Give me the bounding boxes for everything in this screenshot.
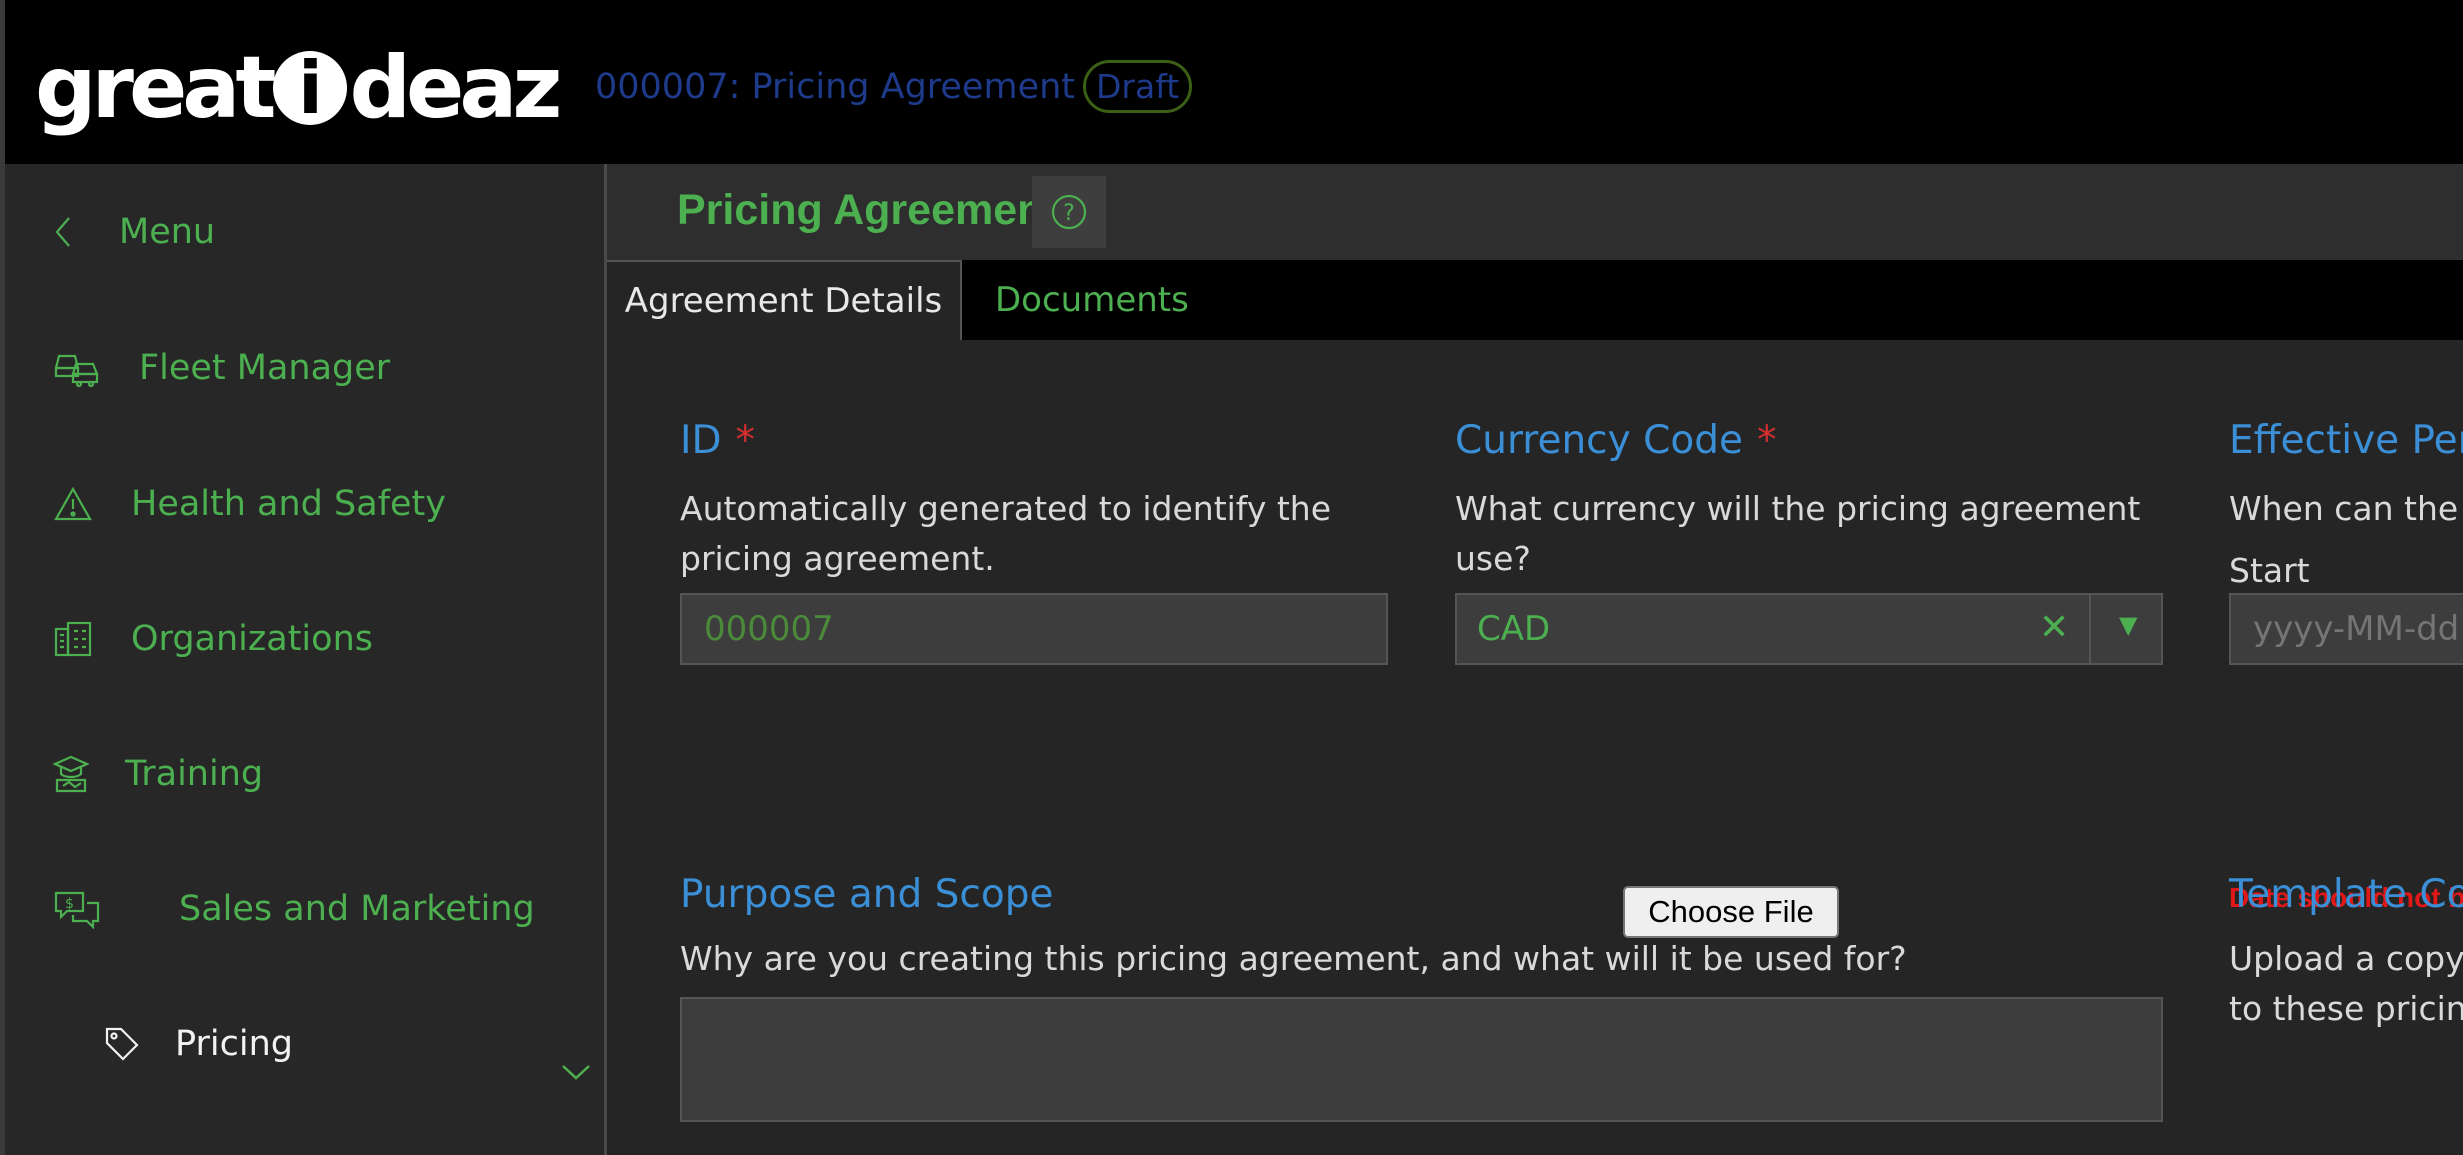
- sidebar-item-sales-and-marketing[interactable]: $ Sales and Marketing: [53, 889, 535, 929]
- sidebar-back-label: Menu: [119, 212, 216, 252]
- sidebar-item-label: Training: [125, 754, 264, 794]
- vehicles-icon: [54, 354, 99, 388]
- svg-text:?: ?: [1063, 201, 1075, 226]
- choose-file-button[interactable]: Choose File: [1623, 886, 1839, 938]
- chevron-down-icon[interactable]: [560, 1062, 592, 1086]
- effective-period-label: Effective Peri: [2229, 418, 2463, 463]
- purpose-scope-textarea[interactable]: [680, 997, 2163, 1122]
- sidebar-item-training[interactable]: Training: [53, 754, 263, 794]
- purpose-scope-help: Why are you creating this pricing agreem…: [680, 939, 1907, 978]
- sidebar-item-health-and-safety[interactable]: Health and Safety: [53, 484, 446, 524]
- currency-label-text: Currency Code: [1455, 418, 1743, 463]
- app-header: great i deaz 000007: Pricing Agreement Dra…: [5, 0, 2463, 164]
- start-date-input[interactable]: [2229, 593, 2463, 665]
- tab-bar: Agreement Details Documents: [607, 260, 2463, 340]
- logo-text-left: great: [35, 38, 276, 138]
- sidebar-item-pricing[interactable]: Pricing: [103, 1024, 293, 1064]
- sidebar-nav: Menu Fleet Manager Health and Safety Org…: [5, 164, 607, 1155]
- id-label-text: ID: [680, 418, 722, 463]
- record-title: 000007: Pricing Agreement Draft: [595, 60, 1193, 113]
- template-help-line1: Upload a copy: [2229, 939, 2463, 978]
- id-help-text: Automatically generated to identify the …: [680, 489, 1332, 578]
- currency-field-label: Currency Code *: [1455, 418, 1776, 463]
- record-title-text: 000007: Pricing Agreement: [595, 66, 1076, 107]
- currency-select[interactable]: CAD ✕ ▼: [1455, 593, 2163, 665]
- tab-documents[interactable]: Documents: [995, 260, 1189, 340]
- warning-icon: [54, 486, 92, 521]
- page-titlebar: Pricing Agreement ?: [607, 164, 2463, 260]
- chevron-down-icon[interactable]: ▼: [2119, 611, 2137, 639]
- status-badge: Draft: [1083, 60, 1193, 113]
- sidebar-item-fleet-manager[interactable]: Fleet Manager: [53, 348, 390, 388]
- svg-text:$: $: [65, 896, 74, 912]
- sidebar-back-menu[interactable]: Menu: [53, 212, 215, 252]
- sidebar-item-organizations[interactable]: Organizations: [53, 619, 373, 659]
- graduation-icon: [53, 755, 89, 793]
- currency-value: CAD: [1477, 609, 1551, 649]
- main-content: Pricing Agreement ? Agreement Details Do…: [607, 164, 2463, 1155]
- sidebar-item-label: Organizations: [131, 619, 373, 659]
- logo-i-badge: i: [273, 46, 348, 130]
- purpose-scope-label: Purpose and Scope: [680, 872, 1054, 917]
- template-label: Template Cor: [2229, 872, 2463, 917]
- sidebar-item-label: Fleet Manager: [139, 348, 391, 388]
- sidebar-item-label: Pricing: [175, 1024, 293, 1064]
- template-help-line2: to these pricing: [2229, 989, 2463, 1028]
- select-divider: [2089, 595, 2091, 663]
- currency-help-text: What currency will the pricing agreement…: [1455, 489, 2141, 578]
- tag-icon: [105, 1027, 139, 1061]
- required-marker: *: [1756, 418, 1777, 463]
- tab-agreement-details[interactable]: Agreement Details: [607, 260, 962, 340]
- page-title: Pricing Agreement: [677, 186, 1058, 234]
- sidebar-item-label: Health and Safety: [131, 484, 446, 524]
- id-field: 000007: [680, 593, 1388, 665]
- start-date-label: Start: [2229, 551, 2310, 590]
- clear-icon[interactable]: ✕: [2039, 607, 2069, 648]
- greatideaz-logo[interactable]: great i deaz: [35, 38, 562, 138]
- sales-chat-icon: $: [54, 891, 100, 929]
- required-marker: *: [735, 418, 756, 463]
- help-button[interactable]: ?: [1032, 176, 1106, 248]
- building-icon: [54, 621, 92, 657]
- sidebar-item-label: Sales and Marketing: [179, 889, 535, 929]
- chevron-left-icon: [55, 217, 70, 247]
- help-icon: ?: [1051, 194, 1087, 230]
- logo-text-right: deaz: [349, 38, 562, 138]
- id-field-label: ID *: [680, 418, 755, 463]
- effective-period-help: When can the p: [2229, 489, 2463, 528]
